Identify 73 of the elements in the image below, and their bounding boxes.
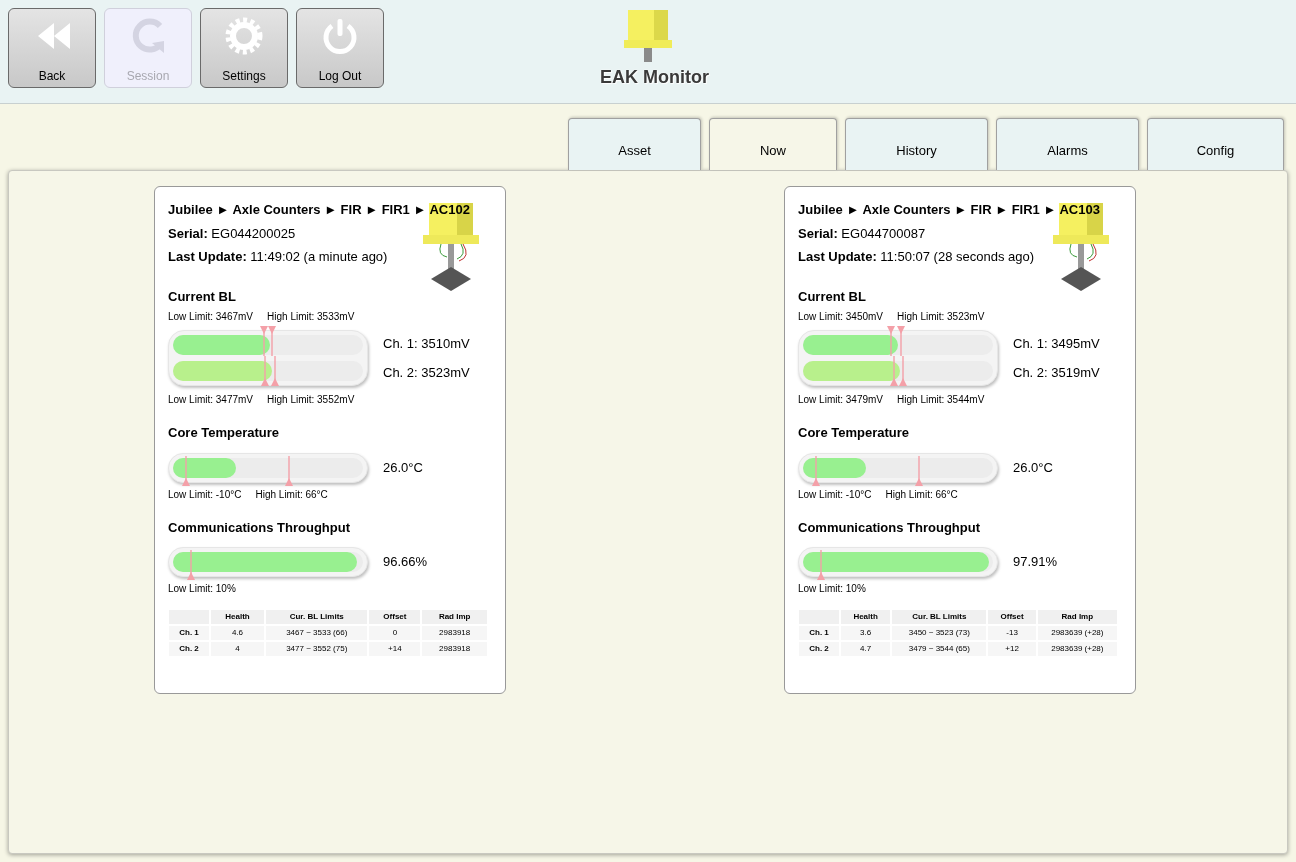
toolbar-button[interactable]: Log Out: [296, 8, 384, 88]
tab[interactable]: Config: [1147, 118, 1284, 170]
table-cell: 0: [369, 626, 421, 640]
last-update-text: Last Update: 11:49:02 (a minute ago): [168, 248, 389, 266]
section-title: Core Temperature: [168, 424, 280, 442]
limit-label: Low Limit: 3450mV: [798, 310, 884, 324]
table-cell: 4: [211, 642, 264, 656]
settings-icon: [224, 17, 264, 57]
table-cell: 2983918: [422, 642, 487, 656]
table-cell: 4.6: [211, 626, 264, 640]
logo-icon: [624, 8, 672, 62]
serial-text: Serial: EG044700087: [798, 224, 927, 243]
table-cell: 2983918: [422, 626, 487, 640]
table-cell: -13: [988, 626, 1036, 640]
column-header: Offset: [988, 610, 1036, 624]
row-header: Ch. 1: [169, 626, 209, 640]
section-title: Communications Throughput: [168, 518, 351, 537]
limit-label: High Limit: 3533mV: [267, 310, 355, 324]
tab[interactable]: Asset: [568, 118, 701, 170]
breadcrumb: Jubilee ► Axle Counters ► FIR ► FIR1 ► AC103: [798, 201, 1101, 219]
logo-text: EAK Monitor: [600, 66, 709, 89]
column-header: Rad Imp: [422, 610, 487, 624]
gauge-reading: 26.0°C: [383, 458, 423, 477]
serial-text: Serial: EG044200025: [168, 224, 297, 243]
table-cell: 3467 ~ 3533 (66): [266, 626, 368, 640]
toolbar-button[interactable]: Back: [8, 8, 96, 88]
row-header: Ch. 1: [799, 626, 839, 640]
tab[interactable]: Now: [709, 118, 837, 170]
gauge-reading: 26.0°C: [1013, 458, 1053, 477]
limit-label: High Limit: 66°C: [255, 487, 328, 502]
row-header: Ch. 2: [799, 642, 839, 656]
table-cell: 3479 ~ 3544 (65): [892, 642, 987, 656]
table-cell: 2983639 (+28): [1037, 626, 1117, 640]
limit-label: High Limit: 66°C: [885, 487, 958, 502]
section-title: Current BL: [798, 287, 867, 306]
toolbar-button[interactable]: Settings: [200, 8, 288, 88]
channel-reading: Ch. 1: 3495mV: [1013, 335, 1100, 353]
limit-label: Low Limit: -10°C: [168, 487, 242, 502]
table-cell: 2983639 (+28): [1037, 642, 1117, 656]
limit-label: Low Limit: 10%: [798, 582, 866, 596]
section-title: Communications Throughput: [798, 518, 981, 537]
channel-reading: Ch. 2: 3519mV: [1013, 363, 1100, 382]
last-update-text: Last Update: 11:50:07 (28 seconds ago): [798, 248, 1036, 266]
table-cell: +12: [988, 642, 1036, 656]
table-cell: +14: [369, 642, 421, 656]
limit-label: High Limit: 3544mV: [897, 393, 985, 407]
limit-label: High Limit: 3552mV: [267, 393, 355, 407]
tab[interactable]: Alarms: [996, 118, 1139, 170]
limit-label: Low Limit: 3467mV: [168, 310, 254, 324]
breadcrumb: Jubilee ► Axle Counters ► FIR ► FIR1 ► AC102: [168, 201, 471, 219]
table-cell: 3477 ~ 3552 (75): [266, 642, 368, 656]
column-header: Cur. BL Limits: [892, 610, 987, 624]
limit-label: Low Limit: 3477mV: [168, 393, 254, 407]
table-cell: 3.6: [841, 626, 891, 640]
limit-label: Low Limit: 3479mV: [798, 393, 884, 407]
column-header: Health: [841, 610, 891, 624]
gauge-reading: 97.91%: [1013, 553, 1058, 572]
limit-label: High Limit: 3523mV: [897, 310, 985, 324]
table-cell: 4.7: [841, 642, 891, 656]
section-title: Current BL: [168, 287, 237, 306]
limit-label: Low Limit: 10%: [168, 582, 236, 596]
gauge-reading: 96.66%: [383, 553, 428, 572]
channel-reading: Ch. 1: 3510mV: [383, 335, 470, 353]
limit-label: Low Limit: -10°C: [798, 487, 872, 502]
tab[interactable]: History: [845, 118, 988, 170]
column-header: Rad Imp: [1037, 610, 1117, 624]
column-header: Health: [211, 610, 264, 624]
table-cell: 3450 ~ 3523 (73): [892, 626, 987, 640]
column-header: Cur. BL Limits: [266, 610, 368, 624]
row-header: Ch. 2: [169, 642, 209, 656]
section-title: Core Temperature: [798, 424, 910, 442]
column-header: Offset: [369, 610, 421, 624]
channel-reading: Ch. 2: 3523mV: [383, 363, 470, 382]
